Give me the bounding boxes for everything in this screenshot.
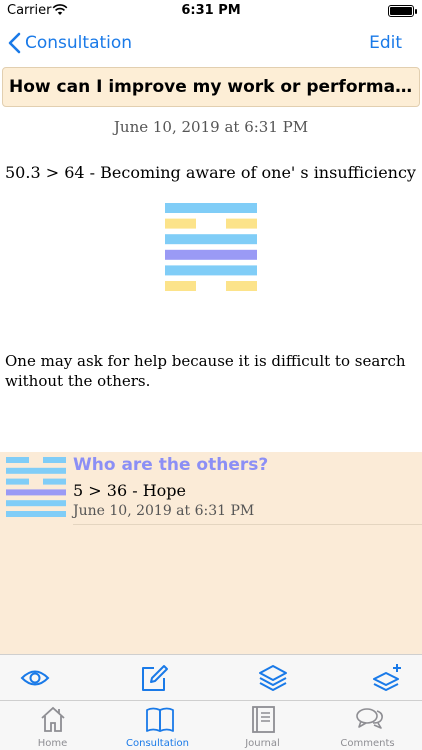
comment-hexagram-figure (6, 457, 66, 517)
comment-date: June 10, 2019 at 6:31 PM (73, 503, 255, 519)
comment-hexagram: 5 > 36 - Hope (73, 481, 186, 500)
tab-comments-label: Comments (340, 738, 395, 749)
tab-consultation-label: Consultation (126, 738, 189, 749)
comment-item[interactable]: Who are the others? 5 > 36 - Hope June 1… (0, 452, 422, 525)
home-icon (41, 706, 65, 732)
tab-home[interactable]: Home (0, 701, 105, 750)
tab-consultation[interactable]: Consultation (105, 701, 210, 750)
view-button[interactable] (19, 663, 51, 693)
edit-button[interactable]: Edit (369, 33, 402, 53)
hexagram-line-solid (165, 234, 257, 245)
hexagram-line-broken (165, 281, 196, 291)
divider (73, 524, 422, 525)
hexagram-line-broken (6, 457, 29, 463)
book-icon (146, 707, 174, 732)
hexagram-line-solid (6, 467, 66, 474)
hexagram-line-broken (226, 218, 257, 229)
interpretation-text: One may ask for help because it is diffi… (5, 352, 406, 390)
chevron-left-icon (8, 32, 21, 54)
layers-icon (259, 665, 287, 691)
edit-note-button[interactable] (138, 663, 170, 693)
hexagram-line-broken (43, 457, 66, 463)
edit-icon (142, 665, 168, 691)
hexagram-line-broken (165, 218, 196, 229)
hexagram-line-solid (6, 500, 66, 507)
hexagram-line-solid (165, 265, 257, 276)
hexagram-title: 50.3 > 64 - Becoming aware of one' s ins… (5, 163, 416, 182)
hexagram-line-broken (43, 478, 66, 485)
hexagram-line-solid (6, 489, 66, 496)
layers-button[interactable] (257, 663, 289, 693)
question-banner: How can I improve my work or performance… (2, 67, 420, 107)
back-button-label: Consultation (25, 33, 133, 53)
comment-title: Who are the others? (73, 455, 269, 475)
navigation-bar: Consultation Edit (0, 22, 422, 66)
tab-comments[interactable]: Comments (315, 701, 420, 750)
hexagram-figure (165, 203, 257, 291)
hexagram-line-solid (165, 249, 257, 260)
hexagram-line-solid (165, 203, 257, 213)
battery-icon (388, 5, 417, 17)
hexagram-line-solid (6, 511, 66, 517)
comments-icon (356, 708, 383, 729)
question-text: How can I improve my work or performance… (9, 77, 415, 97)
journal-icon (252, 706, 275, 733)
tab-journal[interactable]: Journal (210, 701, 315, 750)
hexagram-line-broken (6, 478, 29, 485)
toolbar (0, 654, 422, 700)
tab-bar: Home Consultation Journal Comments (0, 700, 422, 750)
eye-icon (20, 670, 50, 686)
add-layer-icon (373, 664, 401, 691)
back-button[interactable]: Consultation (8, 32, 132, 54)
add-layer-button[interactable] (372, 663, 404, 693)
comments-section: Who are the others? 5 > 36 - Hope June 1… (0, 452, 422, 654)
tab-journal-label: Journal (245, 738, 280, 749)
tab-home-label: Home (37, 738, 68, 749)
status-bar: Carrier 6:31 PM (0, 0, 422, 22)
status-time: 6:31 PM (181, 3, 241, 18)
hexagram-line-broken (226, 281, 257, 291)
consultation-date: June 10, 2019 at 6:31 PM (113, 118, 309, 136)
